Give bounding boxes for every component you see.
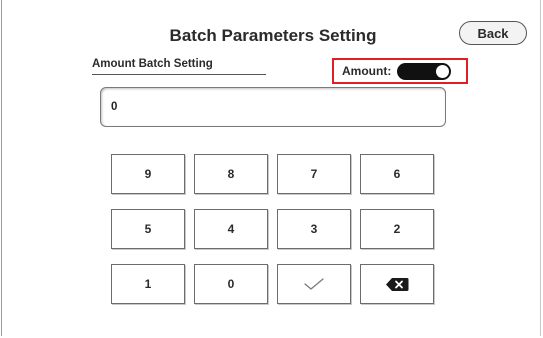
key-4[interactable]: 4	[194, 209, 268, 249]
toggle-knob	[436, 64, 450, 78]
amount-label: Amount:	[342, 64, 392, 78]
key-5[interactable]: 5	[111, 209, 185, 249]
backspace-button[interactable]	[360, 264, 434, 304]
amount-input[interactable]: 0	[100, 87, 446, 127]
page-title: Batch Parameters Setting	[169, 26, 377, 45]
key-3[interactable]: 3	[277, 209, 351, 249]
key-9[interactable]: 9	[111, 154, 185, 194]
amount-toggle-group: Amount:	[332, 58, 468, 84]
confirm-button[interactable]	[277, 264, 351, 304]
key-1[interactable]: 1	[111, 264, 185, 304]
key-6[interactable]: 6	[360, 154, 434, 194]
back-button[interactable]: Back	[459, 21, 527, 45]
checkmark-icon	[304, 278, 324, 290]
key-8[interactable]: 8	[194, 154, 268, 194]
section-label: Amount Batch Setting	[92, 58, 266, 75]
backspace-icon	[386, 277, 409, 291]
key-0[interactable]: 0	[194, 264, 268, 304]
screen-frame	[1, 0, 541, 336]
key-2[interactable]: 2	[360, 209, 434, 249]
key-7[interactable]: 7	[277, 154, 351, 194]
amount-toggle-switch[interactable]	[397, 62, 452, 80]
